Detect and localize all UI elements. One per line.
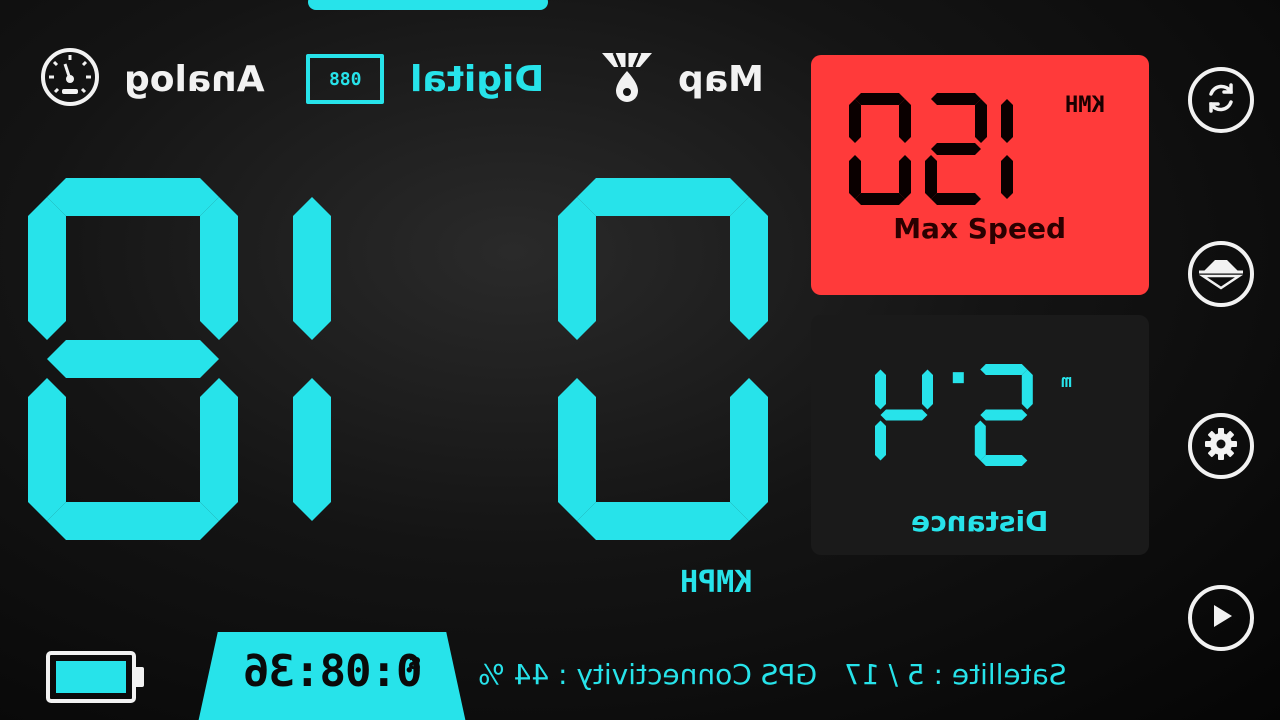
map-pin-icon [598, 47, 656, 111]
distance-digit-2-seg-g [980, 409, 1028, 421]
max-speed-digit-0-seg-f [899, 99, 911, 143]
max-speed-digit-0 [849, 93, 911, 205]
play-button[interactable] [1188, 585, 1254, 651]
distance-digit-2 [974, 364, 1033, 466]
gear-icon [1203, 426, 1239, 466]
tab-digital-label: Digital [410, 58, 545, 100]
refresh-button[interactable] [1188, 67, 1254, 133]
speed-digit-0 [28, 178, 238, 540]
max-speed-digit-0-seg-e [899, 155, 911, 199]
speed-unit: KMPH [680, 565, 753, 600]
tab-analog-label: Analog [124, 58, 265, 100]
speed-digit-1 [293, 197, 331, 521]
speed-digit-1-seg-c [293, 378, 331, 521]
max-speed-digit-2-seg-c [1001, 155, 1013, 199]
distance-decimal-point [952, 372, 964, 384]
gps-status: GPS Connectivity : 44 % Satellite : 5 / … [478, 658, 1066, 691]
distance-digit-0-seg-g [880, 409, 928, 421]
hud-mode-button[interactable] [1188, 241, 1254, 307]
distance-unit: m [1061, 371, 1072, 392]
max-speed-digit-1-seg-d [931, 193, 981, 205]
speed-digit-2-seg-b [558, 197, 596, 340]
max-speed-digit-1-seg-f [975, 99, 987, 143]
distance-label-text: Distance [911, 505, 1049, 538]
max-speed-digit-0-seg-a [855, 93, 905, 105]
distance-digit-0-seg-b [875, 369, 886, 410]
max-speed-digit-0-seg-b [849, 99, 861, 143]
distance-digit-0 [875, 369, 933, 461]
speed-digit-2 [558, 178, 768, 540]
distance-digit-0-seg-c [875, 420, 886, 461]
max-speed-digit-2 [1001, 99, 1013, 199]
active-tab-indicator [308, 0, 548, 10]
tab-map[interactable]: Map [598, 44, 764, 114]
refresh-icon [1203, 80, 1239, 120]
speed-digit-0-seg-d [47, 502, 219, 540]
max-speed-digit-0-seg-d [855, 193, 905, 205]
satellite-count: Satellite : 5 / 17 [843, 658, 1067, 691]
speed-digit-2-seg-d [577, 502, 749, 540]
gps-connectivity: GPS Connectivity : 44 % [478, 658, 818, 691]
speed-digit-0-seg-e [200, 378, 238, 521]
trip-timer-unit: s [408, 650, 422, 675]
hud-icon [1197, 252, 1245, 296]
digital-display-icon: 088 [306, 54, 384, 104]
distance-digit-2-seg-d [980, 455, 1028, 466]
max-speed-card: KMH Max Speed [811, 55, 1149, 295]
play-icon [1206, 601, 1236, 635]
max-speed-label: Max Speed [811, 212, 1149, 245]
max-speed-digit-0-seg-c [849, 155, 861, 199]
max-speed-digit-1-seg-a [931, 93, 981, 105]
max-speed-unit: KMH [1065, 93, 1105, 118]
speed-digit-2-seg-f [730, 197, 768, 340]
max-speed-digit-1 [925, 93, 987, 205]
distance-digit-0-seg-f [922, 369, 933, 410]
tab-analog[interactable]: Analog [40, 44, 265, 114]
speed-digit-0-seg-g [47, 340, 219, 378]
tab-digital[interactable]: 088 Digital [306, 44, 544, 114]
tab-map-label: Map [678, 58, 764, 100]
speed-digit-2-seg-e [730, 378, 768, 521]
max-speed-label-text: Max Speed [893, 212, 1067, 245]
max-speed-digit-1-seg-g [931, 143, 981, 155]
speed-digit-0-seg-c [28, 378, 66, 521]
speed-digit-1-seg-b [293, 197, 331, 340]
gauge-icon [40, 47, 100, 111]
distance-digit-2-seg-c [974, 420, 986, 461]
distance-card: m Distance [811, 315, 1149, 555]
speed-digit-0-seg-f [200, 197, 238, 340]
battery-icon [46, 651, 146, 703]
distance-digit-2-seg-f [1021, 369, 1033, 410]
speed-digit-0-seg-b [28, 197, 66, 340]
speed-digit-2-seg-a [577, 178, 749, 216]
speed-digit-0-seg-a [47, 178, 219, 216]
speed-display [20, 170, 780, 550]
digital-icon-text: 088 [328, 68, 362, 90]
distance-digit-2-seg-a [980, 364, 1028, 375]
max-speed-digit-2-seg-b [1001, 99, 1013, 143]
distance-value-display [875, 364, 1033, 466]
settings-button[interactable] [1188, 413, 1254, 479]
speed-digit-2-seg-c [558, 378, 596, 521]
trip-timer: 0:08:36 [244, 646, 423, 697]
max-speed-digit-1-seg-c [925, 155, 937, 199]
distance-label: Distance [811, 505, 1149, 538]
